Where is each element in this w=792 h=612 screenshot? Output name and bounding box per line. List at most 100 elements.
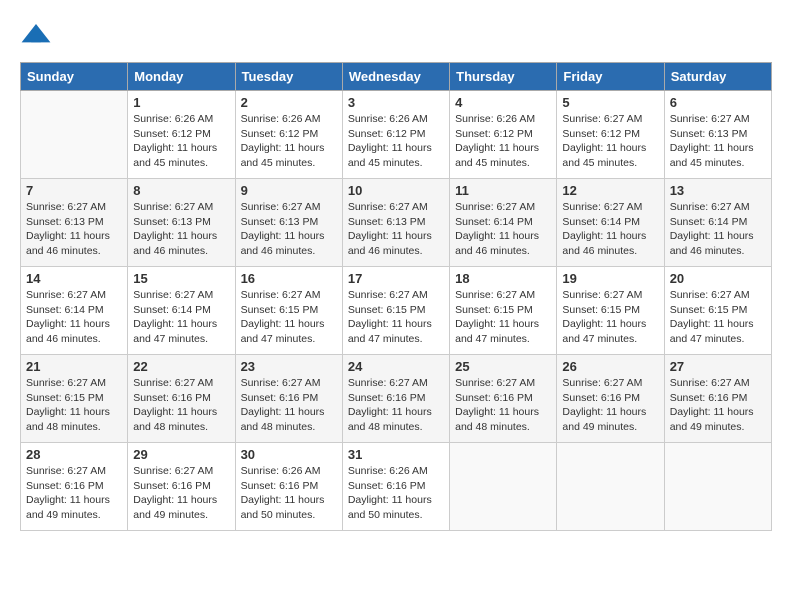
day-number: 1 bbox=[133, 95, 229, 110]
day-info: Sunrise: 6:27 AM Sunset: 6:14 PM Dayligh… bbox=[562, 200, 658, 259]
day-info: Sunrise: 6:26 AM Sunset: 6:12 PM Dayligh… bbox=[241, 112, 337, 171]
day-number: 6 bbox=[670, 95, 766, 110]
calendar-cell: 1 Sunrise: 6:26 AM Sunset: 6:12 PM Daylig… bbox=[128, 91, 235, 179]
day-number: 26 bbox=[562, 359, 658, 374]
calendar-cell: 2 Sunrise: 6:26 AM Sunset: 6:12 PM Daylig… bbox=[235, 91, 342, 179]
day-info: Sunrise: 6:27 AM Sunset: 6:13 PM Dayligh… bbox=[133, 200, 229, 259]
calendar-cell: 9 Sunrise: 6:27 AM Sunset: 6:13 PM Daylig… bbox=[235, 179, 342, 267]
day-number: 25 bbox=[455, 359, 551, 374]
day-info: Sunrise: 6:27 AM Sunset: 6:15 PM Dayligh… bbox=[562, 288, 658, 347]
day-number: 18 bbox=[455, 271, 551, 286]
day-info: Sunrise: 6:26 AM Sunset: 6:12 PM Dayligh… bbox=[455, 112, 551, 171]
header-sunday: Sunday bbox=[21, 63, 128, 91]
day-info: Sunrise: 6:27 AM Sunset: 6:16 PM Dayligh… bbox=[348, 376, 444, 435]
calendar-week-3: 14 Sunrise: 6:27 AM Sunset: 6:14 PM Dayli… bbox=[21, 267, 772, 355]
day-number: 8 bbox=[133, 183, 229, 198]
calendar-week-1: 1 Sunrise: 6:26 AM Sunset: 6:12 PM Daylig… bbox=[21, 91, 772, 179]
calendar-cell bbox=[450, 443, 557, 531]
day-number: 5 bbox=[562, 95, 658, 110]
calendar-cell: 19 Sunrise: 6:27 AM Sunset: 6:15 PM Dayli… bbox=[557, 267, 664, 355]
day-number: 17 bbox=[348, 271, 444, 286]
day-number: 13 bbox=[670, 183, 766, 198]
calendar-cell: 3 Sunrise: 6:26 AM Sunset: 6:12 PM Daylig… bbox=[342, 91, 449, 179]
calendar-cell: 23Sunrise: 6:27 AM Sunset: 6:16 PM Dayli… bbox=[235, 355, 342, 443]
day-number: 7 bbox=[26, 183, 122, 198]
day-number: 29 bbox=[133, 447, 229, 462]
calendar-cell: 24Sunrise: 6:27 AM Sunset: 6:16 PM Dayli… bbox=[342, 355, 449, 443]
day-number: 2 bbox=[241, 95, 337, 110]
day-number: 30 bbox=[241, 447, 337, 462]
header-wednesday: Wednesday bbox=[342, 63, 449, 91]
day-number: 21 bbox=[26, 359, 122, 374]
calendar-cell: 6 Sunrise: 6:27 AM Sunset: 6:13 PM Daylig… bbox=[664, 91, 771, 179]
day-number: 14 bbox=[26, 271, 122, 286]
day-number: 12 bbox=[562, 183, 658, 198]
day-info: Sunrise: 6:27 AM Sunset: 6:15 PM Dayligh… bbox=[455, 288, 551, 347]
day-info: Sunrise: 6:26 AM Sunset: 6:12 PM Dayligh… bbox=[348, 112, 444, 171]
day-number: 16 bbox=[241, 271, 337, 286]
day-info: Sunrise: 6:27 AM Sunset: 6:15 PM Dayligh… bbox=[670, 288, 766, 347]
day-number: 9 bbox=[241, 183, 337, 198]
calendar-cell: 12 Sunrise: 6:27 AM Sunset: 6:14 PM Dayli… bbox=[557, 179, 664, 267]
day-number: 15 bbox=[133, 271, 229, 286]
day-info: Sunrise: 6:27 AM Sunset: 6:15 PM Dayligh… bbox=[241, 288, 337, 347]
header-saturday: Saturday bbox=[664, 63, 771, 91]
calendar-cell: 7Sunrise: 6:27 AM Sunset: 6:13 PM Daylig… bbox=[21, 179, 128, 267]
day-info: Sunrise: 6:27 AM Sunset: 6:14 PM Dayligh… bbox=[455, 200, 551, 259]
day-info: Sunrise: 6:27 AM Sunset: 6:16 PM Dayligh… bbox=[455, 376, 551, 435]
day-number: 10 bbox=[348, 183, 444, 198]
day-number: 22 bbox=[133, 359, 229, 374]
calendar-cell: 29 Sunrise: 6:27 AM Sunset: 6:16 PM Dayli… bbox=[128, 443, 235, 531]
day-info: Sunrise: 6:27 AM Sunset: 6:16 PM Dayligh… bbox=[241, 376, 337, 435]
calendar-cell: 22 Sunrise: 6:27 AM Sunset: 6:16 PM Dayli… bbox=[128, 355, 235, 443]
day-info: Sunrise: 6:26 AM Sunset: 6:12 PM Dayligh… bbox=[133, 112, 229, 171]
day-info: Sunrise: 6:27 AM Sunset: 6:13 PM Dayligh… bbox=[241, 200, 337, 259]
calendar-cell: 28 Sunrise: 6:27 AM Sunset: 6:16 PM Dayli… bbox=[21, 443, 128, 531]
day-info: Sunrise: 6:27 AM Sunset: 6:16 PM Dayligh… bbox=[133, 376, 229, 435]
calendar-cell: 4 Sunrise: 6:26 AM Sunset: 6:12 PM Daylig… bbox=[450, 91, 557, 179]
calendar-cell bbox=[557, 443, 664, 531]
calendar-cell: 27Sunrise: 6:27 AM Sunset: 6:16 PM Dayli… bbox=[664, 355, 771, 443]
day-number: 19 bbox=[562, 271, 658, 286]
day-info: Sunrise: 6:27 AM Sunset: 6:16 PM Dayligh… bbox=[562, 376, 658, 435]
day-info: Sunrise: 6:27 AM Sunset: 6:14 PM Dayligh… bbox=[26, 288, 122, 347]
calendar-cell bbox=[21, 91, 128, 179]
day-number: 3 bbox=[348, 95, 444, 110]
calendar-week-5: 28 Sunrise: 6:27 AM Sunset: 6:16 PM Dayli… bbox=[21, 443, 772, 531]
calendar-cell: 20 Sunrise: 6:27 AM Sunset: 6:15 PM Dayli… bbox=[664, 267, 771, 355]
calendar-cell: 16 Sunrise: 6:27 AM Sunset: 6:15 PM Dayli… bbox=[235, 267, 342, 355]
logo bbox=[20, 20, 56, 52]
calendar-cell: 15 Sunrise: 6:27 AM Sunset: 6:14 PM Dayli… bbox=[128, 267, 235, 355]
calendar-cell: 21Sunrise: 6:27 AM Sunset: 6:15 PM Dayli… bbox=[21, 355, 128, 443]
day-number: 4 bbox=[455, 95, 551, 110]
logo-icon bbox=[20, 20, 52, 52]
calendar-cell: 5Sunrise: 6:27 AM Sunset: 6:12 PM Daylig… bbox=[557, 91, 664, 179]
calendar-cell: 26 Sunrise: 6:27 AM Sunset: 6:16 PM Dayli… bbox=[557, 355, 664, 443]
day-info: Sunrise: 6:27 AM Sunset: 6:14 PM Dayligh… bbox=[133, 288, 229, 347]
calendar-cell: 25 Sunrise: 6:27 AM Sunset: 6:16 PM Dayli… bbox=[450, 355, 557, 443]
page-header bbox=[20, 20, 772, 52]
calendar-cell bbox=[664, 443, 771, 531]
day-info: Sunrise: 6:26 AM Sunset: 6:16 PM Dayligh… bbox=[241, 464, 337, 523]
day-number: 11 bbox=[455, 183, 551, 198]
calendar-header: SundayMondayTuesdayWednesdayThursdayFrid… bbox=[21, 63, 772, 91]
day-number: 28 bbox=[26, 447, 122, 462]
header-friday: Friday bbox=[557, 63, 664, 91]
day-number: 20 bbox=[670, 271, 766, 286]
calendar-cell: 10 Sunrise: 6:27 AM Sunset: 6:13 PM Dayli… bbox=[342, 179, 449, 267]
day-info: Sunrise: 6:27 AM Sunset: 6:16 PM Dayligh… bbox=[133, 464, 229, 523]
day-info: Sunrise: 6:26 AM Sunset: 6:16 PM Dayligh… bbox=[348, 464, 444, 523]
calendar-cell: 18 Sunrise: 6:27 AM Sunset: 6:15 PM Dayli… bbox=[450, 267, 557, 355]
calendar-cell: 17 Sunrise: 6:27 AM Sunset: 6:15 PM Dayli… bbox=[342, 267, 449, 355]
calendar-body: 1 Sunrise: 6:26 AM Sunset: 6:12 PM Daylig… bbox=[21, 91, 772, 531]
calendar-week-2: 7 Sunrise: 6:27 AM Sunset: 6:13 PM Daylig… bbox=[21, 179, 772, 267]
calendar-cell: 11 Sunrise: 6:27 AM Sunset: 6:14 PM Dayli… bbox=[450, 179, 557, 267]
day-info: Sunrise: 6:27 AM Sunset: 6:16 PM Dayligh… bbox=[26, 464, 122, 523]
day-info: Sunrise: 6:27 AM Sunset: 6:15 PM Dayligh… bbox=[348, 288, 444, 347]
calendar-cell: 14 Sunrise: 6:27 AM Sunset: 6:14 PM Dayli… bbox=[21, 267, 128, 355]
day-info: Sunrise: 6:27 AM Sunset: 6:13 PM Dayligh… bbox=[348, 200, 444, 259]
calendar-table: SundayMondayTuesdayWednesdayThursdayFrid… bbox=[20, 62, 772, 531]
day-info: Sunrise: 6:27 AM Sunset: 6:14 PM Dayligh… bbox=[670, 200, 766, 259]
calendar-cell: 30 Sunrise: 6:26 AM Sunset: 6:16 PM Dayli… bbox=[235, 443, 342, 531]
day-info: Sunrise: 6:27 AM Sunset: 6:13 PM Dayligh… bbox=[670, 112, 766, 171]
